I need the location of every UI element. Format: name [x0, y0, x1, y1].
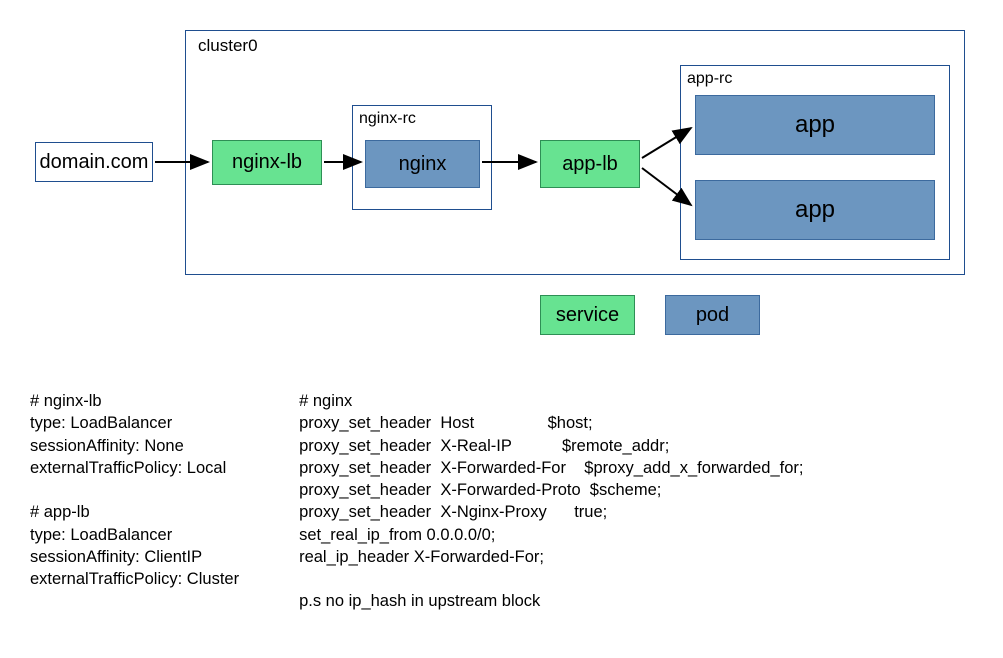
- app-lb-label: app-lb: [562, 153, 618, 176]
- cluster-label: cluster0: [198, 36, 258, 56]
- legend-pod: pod: [665, 295, 760, 335]
- nginx-lb-label: nginx-lb: [232, 151, 302, 174]
- legend-service: service: [540, 295, 635, 335]
- domain-label: domain.com: [40, 151, 149, 174]
- config-text: # nginx-lb type: LoadBalancer sessionAff…: [30, 390, 983, 613]
- nginx-rc-label: nginx-rc: [359, 110, 416, 128]
- architecture-diagram: cluster0 domain.com nginx-lb nginx-rc ng…: [30, 30, 973, 280]
- config-right-col: # nginx proxy_set_header Host $host; pro…: [299, 390, 803, 613]
- app-rc-label: app-rc: [687, 70, 732, 88]
- legend: service pod: [540, 295, 760, 335]
- app-label-2: app: [795, 196, 835, 224]
- domain-node: domain.com: [35, 142, 153, 182]
- nginx-lb-node: nginx-lb: [212, 140, 322, 185]
- app-lb-node: app-lb: [540, 140, 640, 188]
- config-left-col: # nginx-lb type: LoadBalancer sessionAff…: [30, 390, 239, 613]
- app-node-2: app: [695, 180, 935, 240]
- legend-service-label: service: [556, 304, 619, 327]
- app-node-1: app: [695, 95, 935, 155]
- app-label-1: app: [795, 111, 835, 139]
- legend-pod-label: pod: [696, 304, 729, 327]
- nginx-node: nginx: [365, 140, 480, 188]
- nginx-label: nginx: [399, 153, 447, 176]
